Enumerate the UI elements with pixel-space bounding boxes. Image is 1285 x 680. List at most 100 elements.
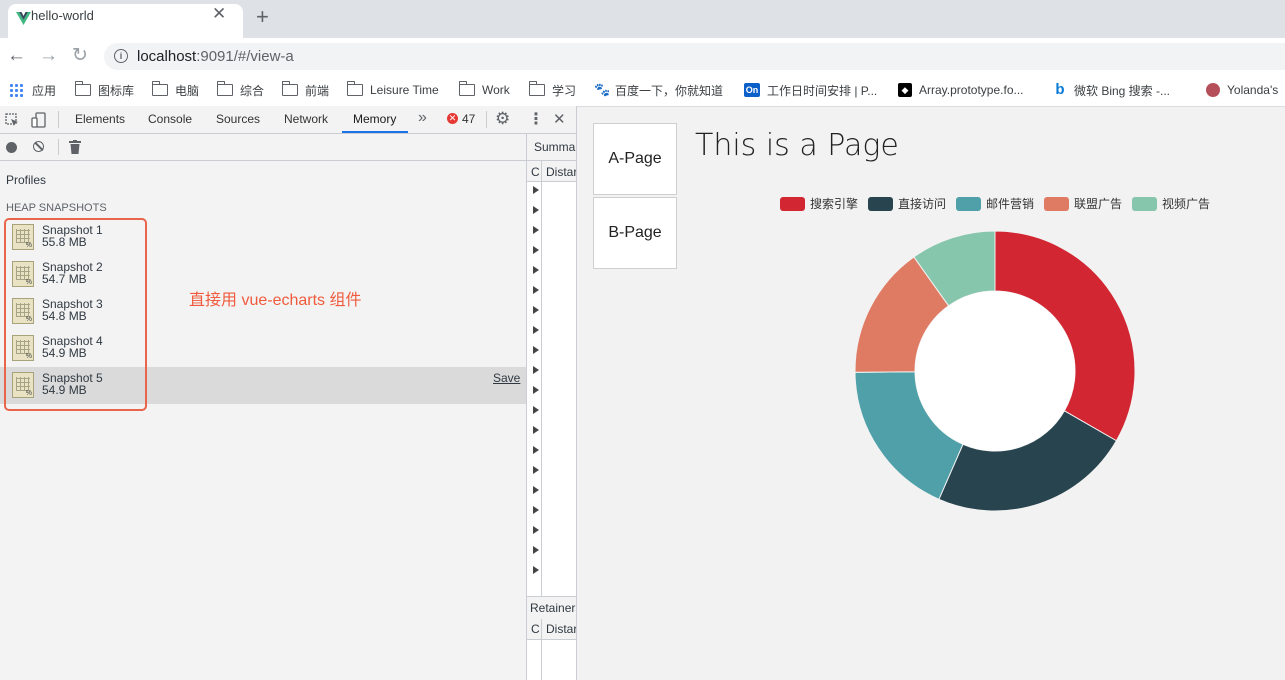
record-icon[interactable] <box>6 142 17 153</box>
bookmark-label: 图标库 <box>98 83 135 98</box>
column-constructor[interactable]: C <box>531 165 540 179</box>
retainers-column-header: C Distar <box>527 619 576 640</box>
bookmark-folder[interactable]: 前端 <box>281 81 330 98</box>
expand-arrow-icon[interactable] <box>533 306 539 314</box>
nav-a-page[interactable]: A-Page <box>593 123 677 195</box>
column-object[interactable]: C <box>531 622 540 636</box>
tab-console[interactable]: Console <box>148 112 192 126</box>
vue-logo-icon <box>16 12 31 25</box>
bookmark-schedule[interactable]: On 工作日时间安排 | P... <box>744 82 877 98</box>
expand-arrow-icon[interactable] <box>533 546 539 554</box>
active-tab-indicator <box>342 131 408 133</box>
clear-icon[interactable] <box>33 141 44 152</box>
legend-item[interactable]: 直接访问 <box>868 195 946 212</box>
reload-icon[interactable]: ↻ <box>72 45 88 67</box>
column-divider <box>541 181 542 596</box>
tab-sources[interactable]: Sources <box>216 112 260 126</box>
tab-network[interactable]: Network <box>284 112 328 126</box>
bookmark-folder[interactable]: 图标库 <box>74 81 135 98</box>
expand-arrows[interactable] <box>533 186 541 586</box>
gear-icon[interactable]: ⚙ <box>495 109 510 129</box>
bookmark-label: 应用 <box>32 83 57 98</box>
bookmark-folder[interactable]: 电脑 <box>151 81 200 98</box>
page-title: This is a Page <box>695 128 899 163</box>
back-icon[interactable]: ← <box>7 45 26 67</box>
site-info-icon[interactable]: i <box>114 49 128 63</box>
legend-item[interactable]: 邮件营销 <box>956 195 1034 212</box>
tab-close-icon[interactable]: ✕ <box>212 4 226 24</box>
bookmark-folder[interactable]: Work <box>458 81 510 98</box>
expand-arrow-icon[interactable] <box>533 406 539 414</box>
expand-arrow-icon[interactable] <box>533 226 539 234</box>
legend-swatch <box>868 196 893 211</box>
folder-icon <box>74 81 91 96</box>
avatar-icon <box>1206 83 1220 97</box>
on-icon: On <box>744 83 760 97</box>
baidu-icon: 🐾 <box>594 82 611 97</box>
expand-arrow-icon[interactable] <box>533 386 539 394</box>
expand-arrow-icon[interactable] <box>533 286 539 294</box>
annotation-text: 直接用 vue-echarts 组件 <box>189 292 362 309</box>
column-distance[interactable]: Distar <box>546 622 576 636</box>
bookmark-label: 前端 <box>305 83 330 98</box>
new-tab-icon[interactable]: + <box>256 6 269 28</box>
bookmark-yolanda[interactable]: Yolanda's <box>1206 82 1278 98</box>
expand-arrow-icon[interactable] <box>533 426 539 434</box>
column-distance[interactable]: Distar <box>546 165 576 179</box>
error-icon[interactable]: ✕ <box>447 113 458 124</box>
more-tabs-icon[interactable]: » <box>418 109 427 127</box>
expand-arrow-icon[interactable] <box>533 486 539 494</box>
nav-b-page[interactable]: B-Page <box>593 197 677 269</box>
expand-arrow-icon[interactable] <box>533 566 539 574</box>
expand-arrow-icon[interactable] <box>533 506 539 514</box>
expand-arrow-icon[interactable] <box>533 266 539 274</box>
tab-elements[interactable]: Elements <box>75 112 125 126</box>
expand-arrow-icon[interactable] <box>533 466 539 474</box>
more-options-icon[interactable]: ⋮ <box>528 109 544 129</box>
donut-chart <box>854 230 1136 512</box>
summary-label[interactable]: Summa <box>534 140 575 154</box>
legend-label: 视频广告 <box>1162 197 1211 211</box>
bookmark-bing[interactable]: b 微软 Bing 搜索 -... <box>1053 82 1170 98</box>
legend-item[interactable]: 联盟广告 <box>1044 195 1122 212</box>
bookmark-label: 电脑 <box>175 83 200 98</box>
expand-arrow-icon[interactable] <box>533 366 539 374</box>
expand-arrow-icon[interactable] <box>533 186 539 194</box>
bookmark-label: 百度一下，你就知道 <box>615 83 724 98</box>
summary-column-header: C Distar <box>527 161 576 182</box>
error-count[interactable]: 47 <box>462 112 475 126</box>
legend-item[interactable]: 视频广告 <box>1132 195 1210 212</box>
expand-arrow-icon[interactable] <box>533 206 539 214</box>
save-link[interactable]: Save <box>493 371 520 385</box>
bookmark-label: 微软 Bing 搜索 -... <box>1074 83 1171 98</box>
bookmark-label: 学习 <box>552 83 577 98</box>
device-toolbar-icon[interactable] <box>31 112 47 128</box>
forward-icon[interactable]: → <box>39 45 58 67</box>
retainers-label: Retainers <box>530 601 576 615</box>
bookmark-folder[interactable]: 学习 <box>528 81 577 98</box>
url-text[interactable]: localhost:9091/#/view-a <box>137 48 294 65</box>
bing-icon: b <box>1055 81 1065 98</box>
tab-memory[interactable]: Memory <box>353 112 396 126</box>
bookmark-folder[interactable]: Leisure Time <box>346 81 439 98</box>
close-devtools-icon[interactable]: ✕ <box>553 110 566 128</box>
folder-icon <box>281 81 298 96</box>
legend-label: 邮件营销 <box>986 197 1035 211</box>
bookmark-mdn[interactable]: ◆ Array.prototype.fo... <box>898 82 1024 98</box>
legend-label: 搜索引擎 <box>810 197 859 211</box>
expand-arrow-icon[interactable] <box>533 246 539 254</box>
column-divider <box>541 639 542 680</box>
bookmark-baidu[interactable]: 🐾 百度一下，你就知道 <box>594 82 723 98</box>
inspect-element-icon[interactable] <box>5 113 19 127</box>
annotation-box <box>4 218 147 411</box>
folder-icon <box>528 81 545 96</box>
bookmark-folder[interactable]: 综合 <box>216 81 264 98</box>
expand-arrow-icon[interactable] <box>533 326 539 334</box>
trash-icon[interactable] <box>69 140 81 154</box>
legend-item[interactable]: 搜索引擎 <box>780 195 858 212</box>
expand-arrow-icon[interactable] <box>533 346 539 354</box>
expand-arrow-icon[interactable] <box>533 526 539 534</box>
bookmark-apps[interactable]: 应用 <box>9 82 56 98</box>
expand-arrow-icon[interactable] <box>533 446 539 454</box>
toolbar-divider <box>58 139 59 155</box>
